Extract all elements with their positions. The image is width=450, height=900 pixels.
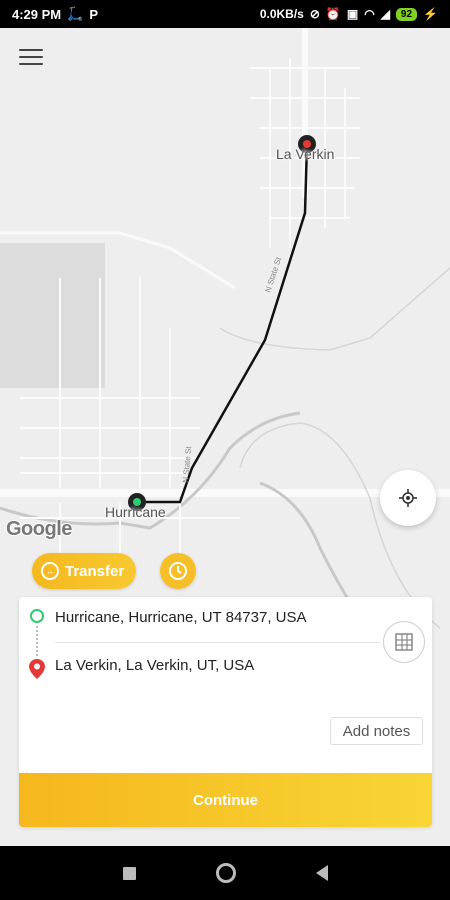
signal-icon: ◢: [380, 7, 390, 21]
google-logo: Google: [6, 518, 72, 540]
boundary-line: [219, 267, 450, 351]
scooter-icon: 🛴: [67, 6, 84, 21]
alarm-icon: ⏰: [325, 7, 341, 21]
clock-icon: [169, 562, 187, 580]
parking-icon: P: [89, 6, 98, 22]
pickup-address[interactable]: Hurricane, Hurricane, UT 84737, USA: [55, 609, 307, 626]
dropoff-pin-icon: [29, 659, 45, 679]
system-nav-bar: [0, 846, 450, 900]
terrain-area: [0, 243, 105, 388]
sim-icon: ▣: [346, 7, 359, 21]
status-time: 4:29 PM: [12, 6, 62, 22]
route-line: [137, 143, 309, 504]
crosshair-icon: [399, 489, 417, 507]
nfc-icon: ⊘: [309, 7, 320, 21]
divider: [55, 642, 380, 643]
add-notes-button[interactable]: Add notes: [330, 717, 423, 745]
road-label-south: N State St: [181, 445, 193, 483]
charging-icon: ⚡: [423, 7, 438, 21]
transfer-icon: ↔: [41, 562, 59, 580]
dropoff-address[interactable]: La Verkin, La Verkin, UT, USA: [55, 657, 254, 674]
transfer-button[interactable]: ↔ Transfer: [32, 553, 136, 589]
map-grid-icon: [395, 633, 413, 651]
pickup-pin-icon: [30, 609, 44, 623]
origin-city-label: Hurricane: [105, 504, 166, 520]
schedule-button[interactable]: [160, 553, 196, 589]
battery-badge: 92: [395, 7, 418, 21]
route-connector: [36, 626, 38, 656]
wifi-icon: ◠: [364, 7, 375, 21]
recents-icon[interactable]: [122, 866, 136, 880]
back-icon[interactable]: [315, 865, 328, 881]
my-location-button[interactable]: [380, 470, 436, 526]
destination-city-label: La Verkin: [276, 146, 335, 162]
continue-button[interactable]: Continue: [19, 773, 432, 827]
menu-icon[interactable]: [19, 49, 43, 67]
transfer-label: Transfer: [65, 562, 125, 580]
home-icon[interactable]: [215, 863, 236, 883]
network-speed: 0.0KB/s: [259, 7, 304, 21]
status-bar: 4:29 PM 🛴 P 0.0KB/s ⊘ ⏰ ▣ ◠ ◢ 92 ⚡: [0, 0, 450, 28]
map-select-button[interactable]: [383, 621, 425, 663]
